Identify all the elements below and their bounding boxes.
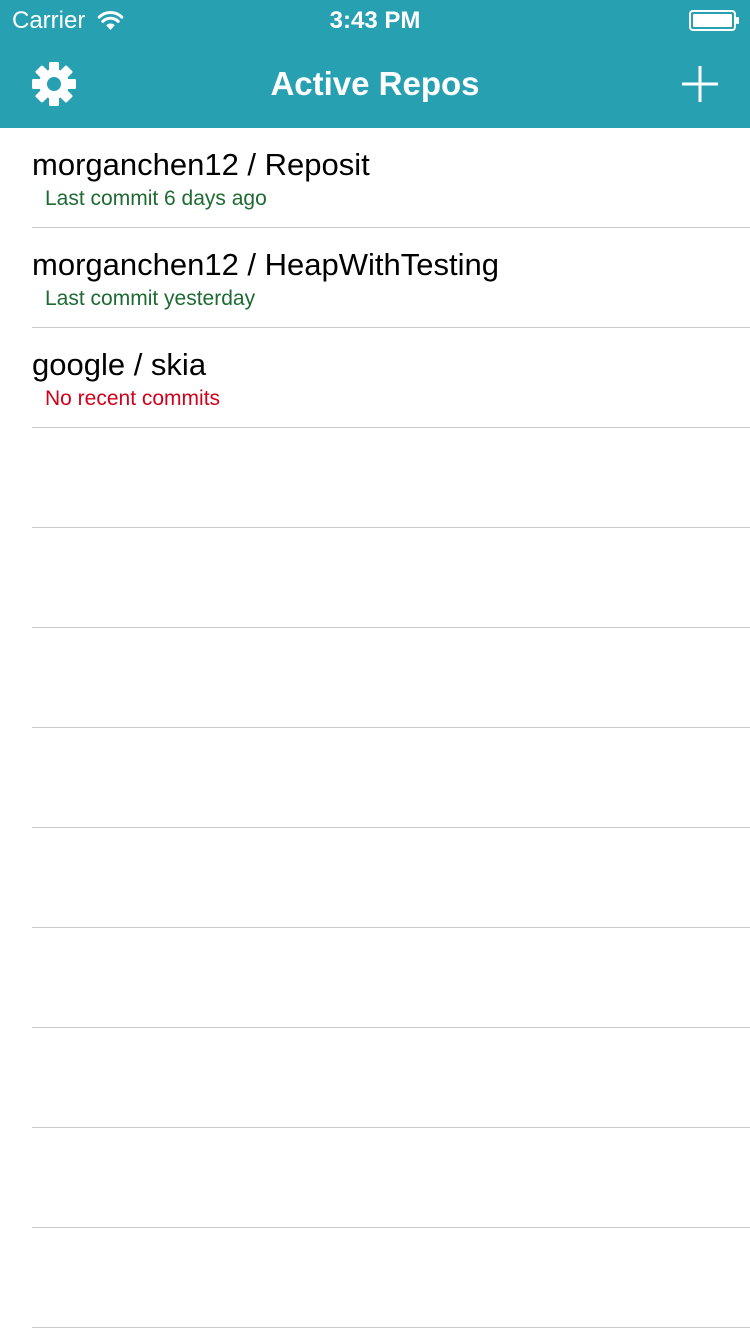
add-repo-button[interactable] xyxy=(670,54,730,114)
repo-status: Last commit 6 days ago xyxy=(45,187,267,210)
navigation-bar: Active Repos xyxy=(0,40,750,128)
empty-row xyxy=(0,728,750,828)
header: Carrier 3:43 PM Active Repos xyxy=(0,0,750,128)
repo-row[interactable]: morganchen12 / Reposit Last commit 6 day… xyxy=(0,128,750,228)
empty-row xyxy=(0,1028,750,1128)
page-title: Active Repos xyxy=(270,65,480,102)
repo-status: No recent commits xyxy=(45,387,221,410)
empty-row xyxy=(0,1128,750,1228)
repo-name: morganchen12 / Reposit xyxy=(32,147,370,182)
status-bar: Carrier 3:43 PM xyxy=(0,0,750,40)
repo-row[interactable]: morganchen12 / HeapWithTesting Last comm… xyxy=(0,228,750,328)
repo-status: Last commit yesterday xyxy=(45,287,256,310)
empty-row xyxy=(0,828,750,928)
status-time: 3:43 PM xyxy=(329,7,421,34)
repo-row[interactable]: google / skia No recent commits xyxy=(0,328,750,428)
empty-row xyxy=(0,528,750,628)
row-separator xyxy=(32,1327,750,1328)
repo-list: morganchen12 / Reposit Last commit 6 day… xyxy=(0,128,750,1334)
empty-row xyxy=(0,928,750,1028)
battery-icon xyxy=(689,10,739,31)
repo-name: morganchen12 / HeapWithTesting xyxy=(32,247,499,282)
plus-icon xyxy=(682,66,718,102)
empty-row xyxy=(0,1228,750,1328)
repo-name: google / skia xyxy=(32,347,207,382)
empty-row xyxy=(0,628,750,728)
empty-row xyxy=(0,428,750,528)
